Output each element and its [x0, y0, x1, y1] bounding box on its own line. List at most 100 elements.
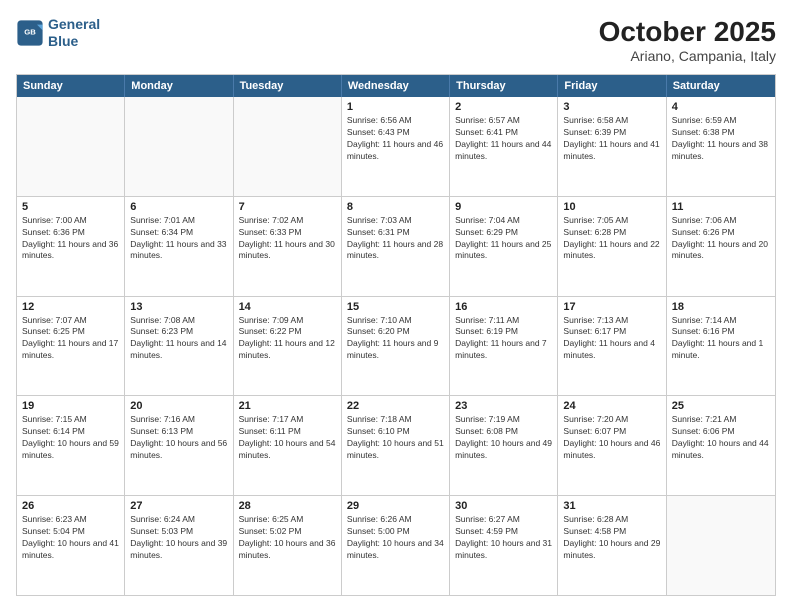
day-cell-28: 28 Sunrise: 6:25 AM Sunset: 5:02 PM Dayli… — [234, 496, 342, 595]
day-cell-17: 17 Sunrise: 7:13 AM Sunset: 6:17 PM Dayli… — [558, 297, 666, 396]
day-info: Sunrise: 7:02 AM Sunset: 6:33 PM Dayligh… — [239, 215, 336, 263]
day-info: Sunrise: 7:03 AM Sunset: 6:31 PM Dayligh… — [347, 215, 444, 263]
day-number: 25 — [672, 400, 770, 412]
day-cell-22: 22 Sunrise: 7:18 AM Sunset: 6:10 PM Dayli… — [342, 396, 450, 495]
day-info: Sunrise: 6:25 AM Sunset: 5:02 PM Dayligh… — [239, 514, 336, 562]
logo-line1: General — [48, 16, 100, 32]
day-cell-9: 9Sunrise: 7:04 AM Sunset: 6:29 PM Daylig… — [450, 197, 558, 296]
month-title: October 2025 — [599, 16, 776, 48]
day-info: Sunrise: 7:21 AM Sunset: 6:06 PM Dayligh… — [672, 414, 770, 462]
day-info: Sunrise: 7:17 AM Sunset: 6:11 PM Dayligh… — [239, 414, 336, 462]
day-info: Sunrise: 6:59 AM Sunset: 6:38 PM Dayligh… — [672, 115, 770, 163]
day-cell-29: 29 Sunrise: 6:26 AM Sunset: 5:00 PM Dayli… — [342, 496, 450, 595]
day-number: 31 — [563, 500, 660, 512]
day-number: 29 — [347, 500, 444, 512]
day-info: Sunrise: 7:10 AM Sunset: 6:20 PM Dayligh… — [347, 315, 444, 363]
day-cell-7: 7 Sunrise: 7:02 AM Sunset: 6:33 PM Daylig… — [234, 197, 342, 296]
day-info: Sunrise: 6:26 AM Sunset: 5:00 PM Dayligh… — [347, 514, 444, 562]
day-cell-18: 18 Sunrise: 7:14 AM Sunset: 6:16 PM Dayli… — [667, 297, 775, 396]
calendar-body: 1 Sunrise: 6:56 AM Sunset: 6:43 PM Daylig… — [17, 97, 775, 595]
day-info: Sunrise: 6:56 AM Sunset: 6:43 PM Dayligh… — [347, 115, 444, 163]
header-day-monday: Monday — [125, 75, 233, 97]
day-number: 30 — [455, 500, 552, 512]
svg-text:GB: GB — [24, 27, 36, 36]
day-number: 10 — [563, 201, 660, 213]
calendar-header: SundayMondayTuesdayWednesdayThursdayFrid… — [17, 75, 775, 97]
day-cell-16: 16Sunrise: 7:11 AM Sunset: 6:19 PM Dayli… — [450, 297, 558, 396]
day-info: Sunrise: 7:19 AM Sunset: 6:08 PM Dayligh… — [455, 414, 552, 462]
day-cell-23: 23 Sunrise: 7:19 AM Sunset: 6:08 PM Dayli… — [450, 396, 558, 495]
day-cell-10: 10Sunrise: 7:05 AM Sunset: 6:28 PM Dayli… — [558, 197, 666, 296]
day-info: Sunrise: 6:27 AM Sunset: 4:59 PM Dayligh… — [455, 514, 552, 562]
day-cell-5: 5 Sunrise: 7:00 AM Sunset: 6:36 PM Daylig… — [17, 197, 125, 296]
day-number: 18 — [672, 301, 770, 313]
day-number: 28 — [239, 500, 336, 512]
day-number: 2 — [455, 101, 552, 113]
day-info: Sunrise: 6:23 AM Sunset: 5:04 PM Dayligh… — [22, 514, 119, 562]
day-cell-4: 4 Sunrise: 6:59 AM Sunset: 6:38 PM Daylig… — [667, 97, 775, 196]
day-info: Sunrise: 7:16 AM Sunset: 6:13 PM Dayligh… — [130, 414, 227, 462]
day-info: Sunrise: 6:57 AM Sunset: 6:41 PM Dayligh… — [455, 115, 552, 163]
day-cell-2: 2 Sunrise: 6:57 AM Sunset: 6:41 PM Daylig… — [450, 97, 558, 196]
day-info: Sunrise: 6:24 AM Sunset: 5:03 PM Dayligh… — [130, 514, 227, 562]
logo-text: General Blue — [48, 16, 100, 50]
header-day-wednesday: Wednesday — [342, 75, 450, 97]
day-info: Sunrise: 7:13 AM Sunset: 6:17 PM Dayligh… — [563, 315, 660, 363]
header-day-sunday: Sunday — [17, 75, 125, 97]
day-info: Sunrise: 6:28 AM Sunset: 4:58 PM Dayligh… — [563, 514, 660, 562]
day-number: 20 — [130, 400, 227, 412]
day-info: Sunrise: 7:11 AM Sunset: 6:19 PM Dayligh… — [455, 315, 552, 363]
day-info: Sunrise: 7:14 AM Sunset: 6:16 PM Dayligh… — [672, 315, 770, 363]
day-cell-31: 31 Sunrise: 6:28 AM Sunset: 4:58 PM Dayli… — [558, 496, 666, 595]
day-cell-19: 19Sunrise: 7:15 AM Sunset: 6:14 PM Dayli… — [17, 396, 125, 495]
day-info: Sunrise: 7:09 AM Sunset: 6:22 PM Dayligh… — [239, 315, 336, 363]
empty-cell — [234, 97, 342, 196]
day-info: Sunrise: 7:00 AM Sunset: 6:36 PM Dayligh… — [22, 215, 119, 263]
calendar-row-3: 12Sunrise: 7:07 AM Sunset: 6:25 PM Dayli… — [17, 296, 775, 396]
empty-cell — [17, 97, 125, 196]
day-cell-3: 3Sunrise: 6:58 AM Sunset: 6:39 PM Daylig… — [558, 97, 666, 196]
day-cell-26: 26 Sunrise: 6:23 AM Sunset: 5:04 PM Dayli… — [17, 496, 125, 595]
day-number: 7 — [239, 201, 336, 213]
calendar-row-4: 19Sunrise: 7:15 AM Sunset: 6:14 PM Dayli… — [17, 395, 775, 495]
day-number: 11 — [672, 201, 770, 213]
location: Ariano, Campania, Italy — [599, 48, 776, 64]
day-info: Sunrise: 7:06 AM Sunset: 6:26 PM Dayligh… — [672, 215, 770, 263]
day-cell-15: 15 Sunrise: 7:10 AM Sunset: 6:20 PM Dayli… — [342, 297, 450, 396]
day-number: 27 — [130, 500, 227, 512]
day-number: 1 — [347, 101, 444, 113]
day-cell-30: 30 Sunrise: 6:27 AM Sunset: 4:59 PM Dayli… — [450, 496, 558, 595]
calendar-row-1: 1 Sunrise: 6:56 AM Sunset: 6:43 PM Daylig… — [17, 97, 775, 196]
day-number: 8 — [347, 201, 444, 213]
day-cell-14: 14Sunrise: 7:09 AM Sunset: 6:22 PM Dayli… — [234, 297, 342, 396]
day-number: 13 — [130, 301, 227, 313]
day-number: 23 — [455, 400, 552, 412]
day-info: Sunrise: 7:01 AM Sunset: 6:34 PM Dayligh… — [130, 215, 227, 263]
calendar: SundayMondayTuesdayWednesdayThursdayFrid… — [16, 74, 776, 596]
header-day-tuesday: Tuesday — [234, 75, 342, 97]
day-number: 6 — [130, 201, 227, 213]
day-cell-24: 24Sunrise: 7:20 AM Sunset: 6:07 PM Dayli… — [558, 396, 666, 495]
day-cell-25: 25 Sunrise: 7:21 AM Sunset: 6:06 PM Dayli… — [667, 396, 775, 495]
day-info: Sunrise: 7:07 AM Sunset: 6:25 PM Dayligh… — [22, 315, 119, 363]
empty-cell — [125, 97, 233, 196]
calendar-page: GB General Blue October 2025 Ariano, Cam… — [0, 0, 792, 612]
header-day-saturday: Saturday — [667, 75, 775, 97]
day-number: 5 — [22, 201, 119, 213]
day-info: Sunrise: 7:18 AM Sunset: 6:10 PM Dayligh… — [347, 414, 444, 462]
page-header: GB General Blue October 2025 Ariano, Cam… — [16, 16, 776, 64]
day-number: 17 — [563, 301, 660, 313]
day-number: 19 — [22, 400, 119, 412]
calendar-row-5: 26 Sunrise: 6:23 AM Sunset: 5:04 PM Dayli… — [17, 495, 775, 595]
day-cell-27: 27 Sunrise: 6:24 AM Sunset: 5:03 PM Dayli… — [125, 496, 233, 595]
logo: GB General Blue — [16, 16, 100, 50]
day-number: 9 — [455, 201, 552, 213]
day-number: 22 — [347, 400, 444, 412]
day-cell-20: 20 Sunrise: 7:16 AM Sunset: 6:13 PM Dayli… — [125, 396, 233, 495]
day-cell-21: 21Sunrise: 7:17 AM Sunset: 6:11 PM Dayli… — [234, 396, 342, 495]
day-number: 4 — [672, 101, 770, 113]
day-number: 15 — [347, 301, 444, 313]
day-cell-12: 12Sunrise: 7:07 AM Sunset: 6:25 PM Dayli… — [17, 297, 125, 396]
day-number: 26 — [22, 500, 119, 512]
logo-icon: GB — [16, 19, 44, 47]
